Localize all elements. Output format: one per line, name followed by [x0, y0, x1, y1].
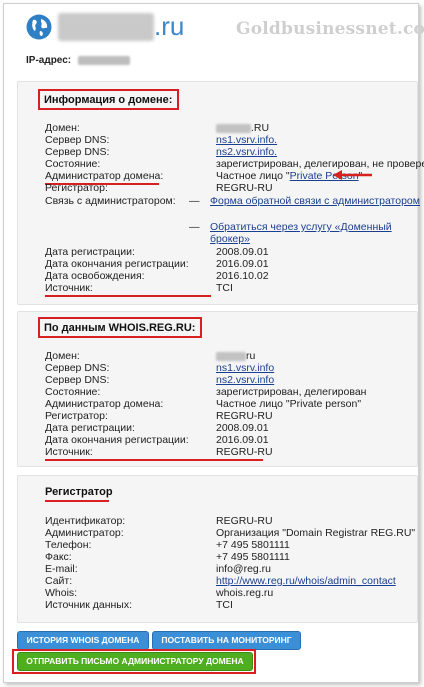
info-row: Администратор домена: Частное лицо "Priv… [45, 398, 362, 410]
domain-name-redacted [58, 13, 154, 41]
globe-icon [26, 14, 52, 40]
source-underline [45, 295, 211, 297]
info-row: Регистратор: REGRU-RU [45, 410, 273, 422]
admin-contact-link[interactable]: http://www.reg.ru/whois/admin_contact [216, 575, 396, 587]
info-row: Администратор: Организация "Domain Regis… [45, 527, 416, 539]
send-email-admin-button[interactable]: ОТПРАВИТЬ ПИСЬМО АДМИНИСТРАТОРУ ДОМЕНА [17, 652, 253, 671]
info-row: Связь с администратором: [45, 195, 176, 207]
info-row: Состояние: зарегистрирован, делегирован,… [45, 158, 424, 170]
registrar-panel: Регистратор Идентификатор: REGRU-RU Адми… [17, 475, 418, 623]
domain-tld: .ru [154, 11, 185, 41]
info-row: Сервер DNS: ns2.vsrv.info [45, 374, 275, 386]
info-row: Идентификатор: REGRU-RU [45, 515, 273, 527]
info-row: Дата окончания регистрации: 2016.09.01 [45, 434, 269, 446]
red-arrow-icon [333, 170, 372, 180]
domain-broker-link[interactable]: Обратиться через услугу «Доменный [210, 221, 392, 233]
info-row: Сервер DNS: ns1.vsrv.info. [45, 134, 278, 146]
info-row: Дата освобождения: 2016.10.02 [45, 270, 269, 282]
monitoring-button[interactable]: ПОСТАВИТЬ НА МОНИТОРИНГ [152, 631, 301, 650]
domain-info-panel: Информация о домене: Домен: .RU Сервер D… [17, 81, 424, 305]
info-row: Состояние: зарегистрирован, делегирован [45, 386, 367, 398]
domain-redacted [216, 123, 251, 133]
title-underline [45, 500, 109, 502]
domain-broker-link-cont[interactable]: брокер» [210, 233, 250, 245]
panel-title: Информация о домене: [38, 89, 180, 110]
info-row: Домен: .RU [45, 122, 270, 134]
info-row: Сервер DNS: ns2.vsrv.info. [45, 146, 278, 158]
whois-reg-panel: По данным WHOIS.REG.RU: Домен: ru Сервер… [17, 311, 418, 467]
info-row: Регистратор: REGRU-RU [45, 182, 273, 194]
info-row: Администратор домена: Частное лицо "Priv… [45, 170, 362, 182]
dns-link[interactable]: ns2.vsrv.info. [216, 146, 277, 158]
info-row: Дата регистрации: 2008.09.01 [45, 422, 269, 434]
panel-title: По данным WHOIS.REG.RU: [38, 317, 203, 338]
info-row: E-mail: info@reg.ru [45, 563, 272, 575]
info-row: Источник: REGRU-RU [45, 446, 273, 458]
whois-history-button[interactable]: ИСТОРИЯ WHOIS ДОМЕНА [17, 631, 149, 650]
info-row: Дата регистрации: 2008.09.01 [45, 246, 269, 258]
domain-redacted [216, 351, 246, 361]
dns-link[interactable]: ns1.vsrv.info [216, 362, 274, 374]
ip-value-redacted [78, 56, 130, 65]
source-underline [45, 459, 263, 461]
panel-title: Регистратор [45, 486, 113, 498]
dash: — [189, 195, 200, 207]
info-row: Источник данных: TCI [45, 599, 233, 611]
ip-label: IP-адрес: [26, 55, 72, 66]
feedback-form-link[interactable]: Форма обратной связи с администратором [210, 195, 420, 207]
watermark: Goldbusinessnet.com [236, 19, 424, 39]
dns-link[interactable]: ns1.vsrv.info. [216, 134, 277, 146]
info-row: Телефон: +7 495 5801111 [45, 539, 290, 551]
info-row: Домен: ru [45, 350, 256, 362]
dash: — [189, 221, 200, 233]
info-row: Сайт: http://www.reg.ru/whois/admin_cont… [45, 575, 396, 587]
info-row: Дата окончания регистрации: 2016.09.01 [45, 258, 269, 270]
dns-link[interactable]: ns2.vsrv.info [216, 374, 274, 386]
info-row: Whois: whois.reg.ru [45, 587, 274, 599]
info-row: Источник: TCI [45, 282, 233, 294]
info-row: Сервер DNS: ns1.vsrv.info [45, 362, 275, 374]
info-row: Факс: +7 495 5801111 [45, 551, 290, 563]
